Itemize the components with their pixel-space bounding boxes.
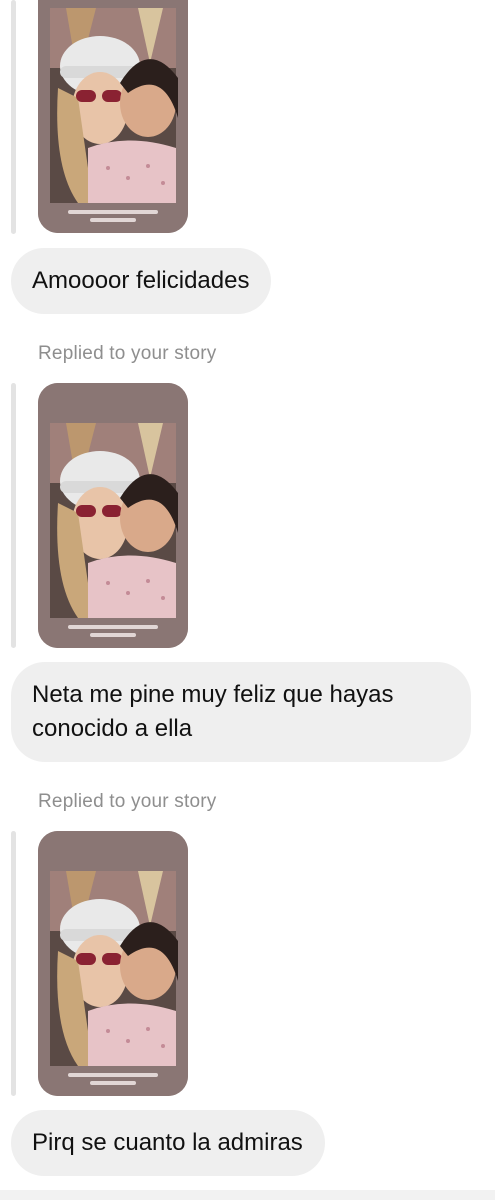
message-bubble[interactable]: Pirq se cuanto la admiras — [11, 1110, 325, 1176]
replied-to-story-label: Replied to your story — [38, 791, 217, 812]
story-thumbnail[interactable] — [38, 383, 188, 648]
message-bubble[interactable]: Amoooor felicidades — [11, 248, 272, 314]
bottom-divider — [0, 1190, 495, 1200]
dm-thread: Amoooor felicidades Replied to your stor… — [0, 0, 495, 1200]
message-bubble[interactable]: Neta me pine muy feliz que hayas conocid… — [11, 662, 471, 762]
story-thumbnail[interactable] — [38, 831, 188, 1096]
replied-to-story-label: Replied to your story — [38, 343, 217, 364]
story-thumbnail[interactable] — [38, 0, 188, 233]
reply-indicator-bar — [11, 383, 16, 648]
reply-indicator-bar — [11, 831, 16, 1096]
reply-indicator-bar — [11, 0, 16, 234]
